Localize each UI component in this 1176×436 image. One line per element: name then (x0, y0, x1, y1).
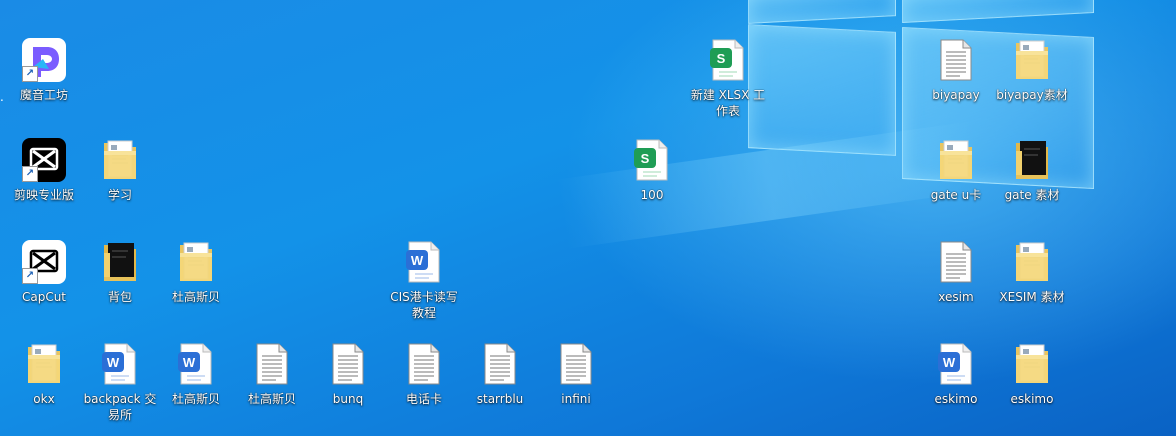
folder-icon (1008, 340, 1056, 388)
text-file-icon (552, 340, 600, 388)
svg-text:W: W (107, 355, 120, 370)
desktop-icon-label: 背包 (107, 290, 132, 304)
svg-text:W: W (943, 355, 956, 370)
desktop-icon[interactable]: bunq (310, 340, 386, 407)
desktop-icon[interactable]: ↗ 魔音工坊 (6, 36, 82, 103)
desktop-icon[interactable]: 电话卡 (386, 340, 462, 407)
desktop-icon-label: 新建 XLSX 工作表 (690, 88, 766, 118)
desktop-icon-label: gate u卡 (930, 188, 982, 202)
text-file-icon (248, 340, 296, 388)
word-document-icon: W (400, 238, 448, 286)
svg-text:W: W (183, 355, 196, 370)
desktop-icon[interactable]: starrblu (462, 340, 538, 407)
desktop-icon-label: 杜高斯贝 (171, 392, 220, 406)
desktop-icon-label: XESIM 素材 (999, 290, 1065, 304)
desktop-icon-label: 学习 (107, 188, 132, 202)
desktop-icon-label: eskimo (1010, 392, 1054, 406)
word-document-icon: W (172, 340, 220, 388)
desktop-icon-label: CIS港卡读写教程 (390, 290, 458, 320)
wallpaper-logo-pane (748, 0, 896, 24)
word-document-icon: W (932, 340, 980, 388)
desktop-icon-label: infini (561, 392, 591, 406)
desktop-icon[interactable]: okx (6, 340, 82, 407)
desktop-icon-label: 电话卡 (405, 392, 442, 406)
desktop-icon[interactable]: ↗ CapCut (6, 238, 82, 305)
folder-icon (1008, 238, 1056, 286)
text-file-icon (932, 36, 980, 84)
shortcut-arrow-icon: ↗ (22, 66, 38, 82)
capcut-pro-app-icon: ↗ (20, 136, 68, 184)
moyin-app-icon: ↗ (20, 36, 68, 84)
text-file-icon (400, 340, 448, 388)
desktop-icon-label: backpack 交易所 (83, 392, 157, 422)
desktop-wallpaper: . ↗ 魔音工坊 ↗ 剪映专业版 学习 ↗ CapCut 背包 杜高斯贝 W CIS港卡读写教程 S 新… (0, 0, 1176, 436)
desktop-icon[interactable]: gate u卡 (918, 136, 994, 203)
svg-text:S: S (641, 151, 650, 166)
desktop-icon[interactable]: 杜高斯贝 (158, 238, 234, 305)
desktop-icon[interactable]: ↗ 剪映专业版 (6, 136, 82, 203)
shortcut-arrow-icon: ↗ (22, 166, 38, 182)
desktop-icon[interactable]: XESIM 素材 (994, 238, 1070, 305)
desktop-icon-label: gate 素材 (1004, 188, 1060, 202)
text-file-icon (932, 238, 980, 286)
desktop-icon[interactable]: W CIS港卡读写教程 (386, 238, 462, 321)
desktop-icon[interactable]: S 新建 XLSX 工作表 (690, 36, 766, 119)
desktop-icon-label: biyapay素材 (996, 88, 1068, 102)
desktop-icon[interactable]: biyapay素材 (994, 36, 1070, 103)
folder-icon (172, 238, 220, 286)
desktop-icon[interactable]: 背包 (82, 238, 158, 305)
desktop-icon[interactable]: gate 素材 (994, 136, 1070, 203)
desktop-icon-label: eskimo (934, 392, 978, 406)
svg-text:S: S (717, 51, 726, 66)
folder-icon (1008, 36, 1056, 84)
desktop-icon[interactable]: xesim (918, 238, 994, 305)
desktop-icon[interactable]: S 100 (614, 136, 690, 203)
desktop-icon[interactable]: eskimo (994, 340, 1070, 407)
desktop-icon[interactable]: Wbackpack 交易所 (82, 340, 158, 423)
desktop-icon-label: 杜高斯贝 (247, 392, 296, 406)
svg-text:W: W (411, 253, 424, 268)
spreadsheet-icon: S (628, 136, 676, 184)
desktop-icon-label: 剪映专业版 (13, 188, 74, 202)
desktop-icon-label: 魔音工坊 (19, 88, 68, 102)
word-document-icon: W (96, 340, 144, 388)
text-file-icon (476, 340, 524, 388)
desktop-icon[interactable]: biyapay (918, 36, 994, 103)
desktop-icon[interactable]: W 杜高斯贝 (158, 340, 234, 407)
desktop-icon-label: okx (33, 392, 55, 406)
desktop-icon[interactable]: 杜高斯贝 (234, 340, 310, 407)
desktop-icon-label: xesim (938, 290, 974, 304)
desktop-icon[interactable]: 学习 (82, 136, 158, 203)
desktop-icon-label: 100 (640, 188, 664, 202)
capcut-app-icon: ↗ (20, 238, 68, 286)
desktop-icon[interactable]: infini (538, 340, 614, 407)
spreadsheet-icon: S (704, 36, 752, 84)
folder-icon (1008, 136, 1056, 184)
desktop-icon[interactable]: Weskimo (918, 340, 994, 407)
desktop-icon-label: 杜高斯贝 (171, 290, 220, 304)
folder-icon (20, 340, 68, 388)
folder-icon (96, 136, 144, 184)
wallpaper-logo-pane (902, 0, 1094, 24)
folder-icon (932, 136, 980, 184)
desktop-icon-label: starrblu (476, 392, 524, 406)
desktop-icon-label: biyapay (932, 88, 980, 102)
desktop-icon-label: CapCut (21, 290, 67, 304)
desktop-icon-label: bunq (332, 392, 364, 406)
shortcut-arrow-icon: ↗ (22, 268, 38, 284)
text-file-icon (324, 340, 372, 388)
folder-icon (96, 238, 144, 286)
